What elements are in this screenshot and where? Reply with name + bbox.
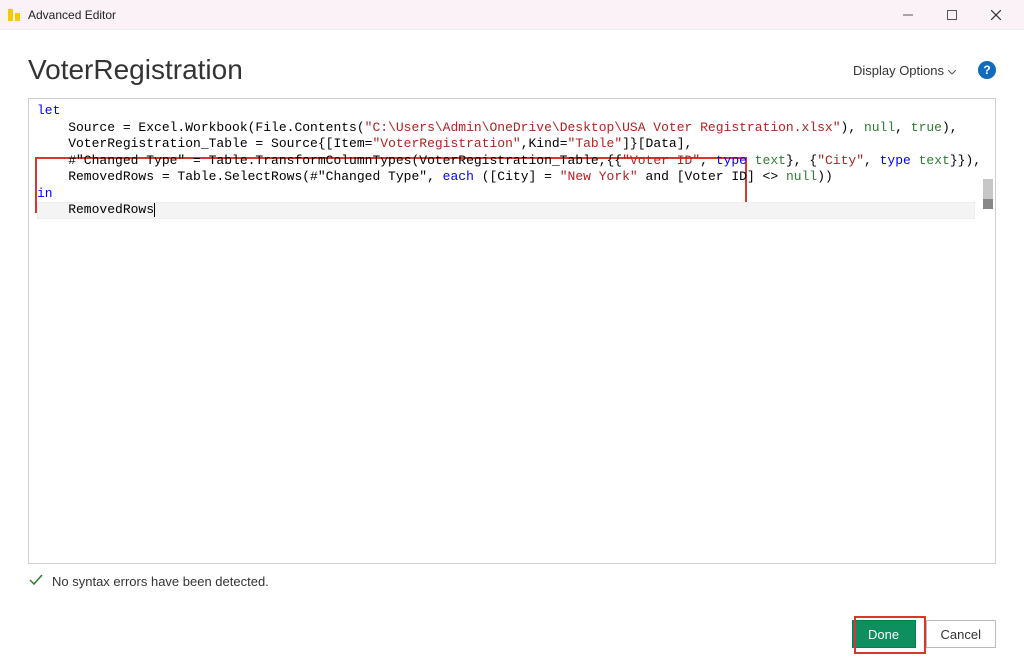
minimize-button[interactable] xyxy=(886,0,930,30)
display-options-label: Display Options xyxy=(853,63,944,78)
status-message: No syntax errors have been detected. xyxy=(52,574,269,589)
text-caret xyxy=(154,203,155,217)
query-name-heading: VoterRegistration xyxy=(28,54,243,86)
chevron-down-icon xyxy=(948,63,956,78)
header: VoterRegistration Display Options ? xyxy=(0,30,1024,98)
window-title: Advanced Editor xyxy=(28,8,116,22)
code-editor[interactable]: let Source = Excel.Workbook(File.Content… xyxy=(28,98,996,564)
footer-buttons: Done Cancel xyxy=(852,620,996,648)
close-button[interactable] xyxy=(974,0,1018,30)
status-bar: No syntax errors have been detected. xyxy=(28,572,996,591)
code-content[interactable]: let Source = Excel.Workbook(File.Content… xyxy=(29,99,995,223)
cancel-button[interactable]: Cancel xyxy=(926,620,996,648)
title-bar: Advanced Editor xyxy=(0,0,1024,30)
check-icon xyxy=(28,572,44,591)
done-button[interactable]: Done xyxy=(852,620,916,648)
help-icon[interactable]: ? xyxy=(978,61,996,79)
display-options-dropdown[interactable]: Display Options xyxy=(847,59,962,82)
maximize-button[interactable] xyxy=(930,0,974,30)
app-icon xyxy=(6,7,22,23)
